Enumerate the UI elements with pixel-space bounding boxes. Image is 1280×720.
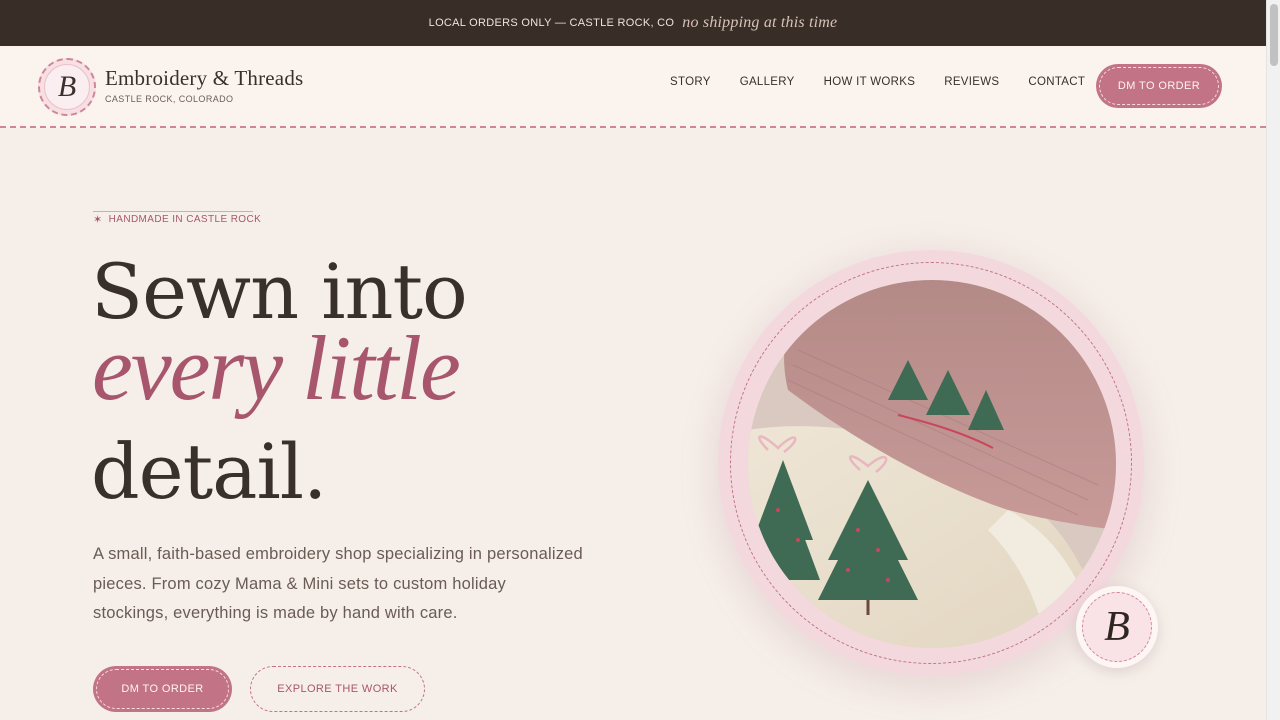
- announcement-text: LOCAL ORDERS ONLY — CASTLE ROCK, CO: [428, 17, 675, 29]
- sparkle-icon: ✶: [93, 214, 103, 226]
- nav-item-how-it-works[interactable]: HOW IT WORKS: [824, 76, 916, 88]
- logo[interactable]: B: [38, 58, 96, 116]
- logo-monogram: B: [44, 64, 90, 110]
- brand-name[interactable]: Embroidery & Threads: [105, 66, 303, 91]
- nav-item-gallery[interactable]: GALLERY: [740, 76, 795, 88]
- eyebrow-label: HANDMADE IN CASTLE ROCK: [108, 214, 262, 225]
- hero-primary-label: DM TO ORDER: [96, 669, 229, 709]
- hero-eyebrow: ✶ HANDMADE IN CASTLE ROCK: [93, 211, 262, 226]
- scrollbar-thumb[interactable]: [1270, 4, 1278, 66]
- hero-photo: [748, 280, 1116, 648]
- nav-item-story[interactable]: STORY: [670, 76, 711, 88]
- badge-monogram: B: [1082, 592, 1152, 662]
- hero-heading-line3: detail.: [91, 427, 327, 516]
- hero-dm-to-order-button[interactable]: DM TO ORDER: [93, 666, 232, 712]
- eyebrow-rule: [93, 211, 253, 212]
- hero-description: A small, faith-based embroidery shop spe…: [93, 545, 583, 622]
- main-nav: STORY GALLERY HOW IT WORKS REVIEWS CONTA…: [670, 76, 1085, 88]
- nav-item-reviews[interactable]: REVIEWS: [944, 76, 999, 88]
- announcement-bar: LOCAL ORDERS ONLY — CASTLE ROCK, CO no s…: [0, 0, 1266, 46]
- announcement-script: no shipping at this time: [682, 14, 838, 31]
- nav-item-contact[interactable]: CONTACT: [1028, 76, 1085, 88]
- site-header: B Embroidery & Threads CASTLE ROCK, COLO…: [0, 46, 1266, 128]
- header-dm-to-order-button[interactable]: DM TO ORDER: [1096, 64, 1222, 108]
- explore-the-work-button[interactable]: EXPLORE THE WORK: [250, 666, 425, 712]
- embroidered-beanie-and-stocking-image: [748, 280, 1116, 648]
- monogram-badge: B: [1076, 586, 1158, 668]
- page-scrollbar[interactable]: [1266, 0, 1280, 720]
- hero-heading-line2: every little: [92, 317, 461, 419]
- brand-location: CASTLE ROCK, COLORADO: [105, 94, 234, 104]
- header-cta-label: DM TO ORDER: [1099, 67, 1219, 105]
